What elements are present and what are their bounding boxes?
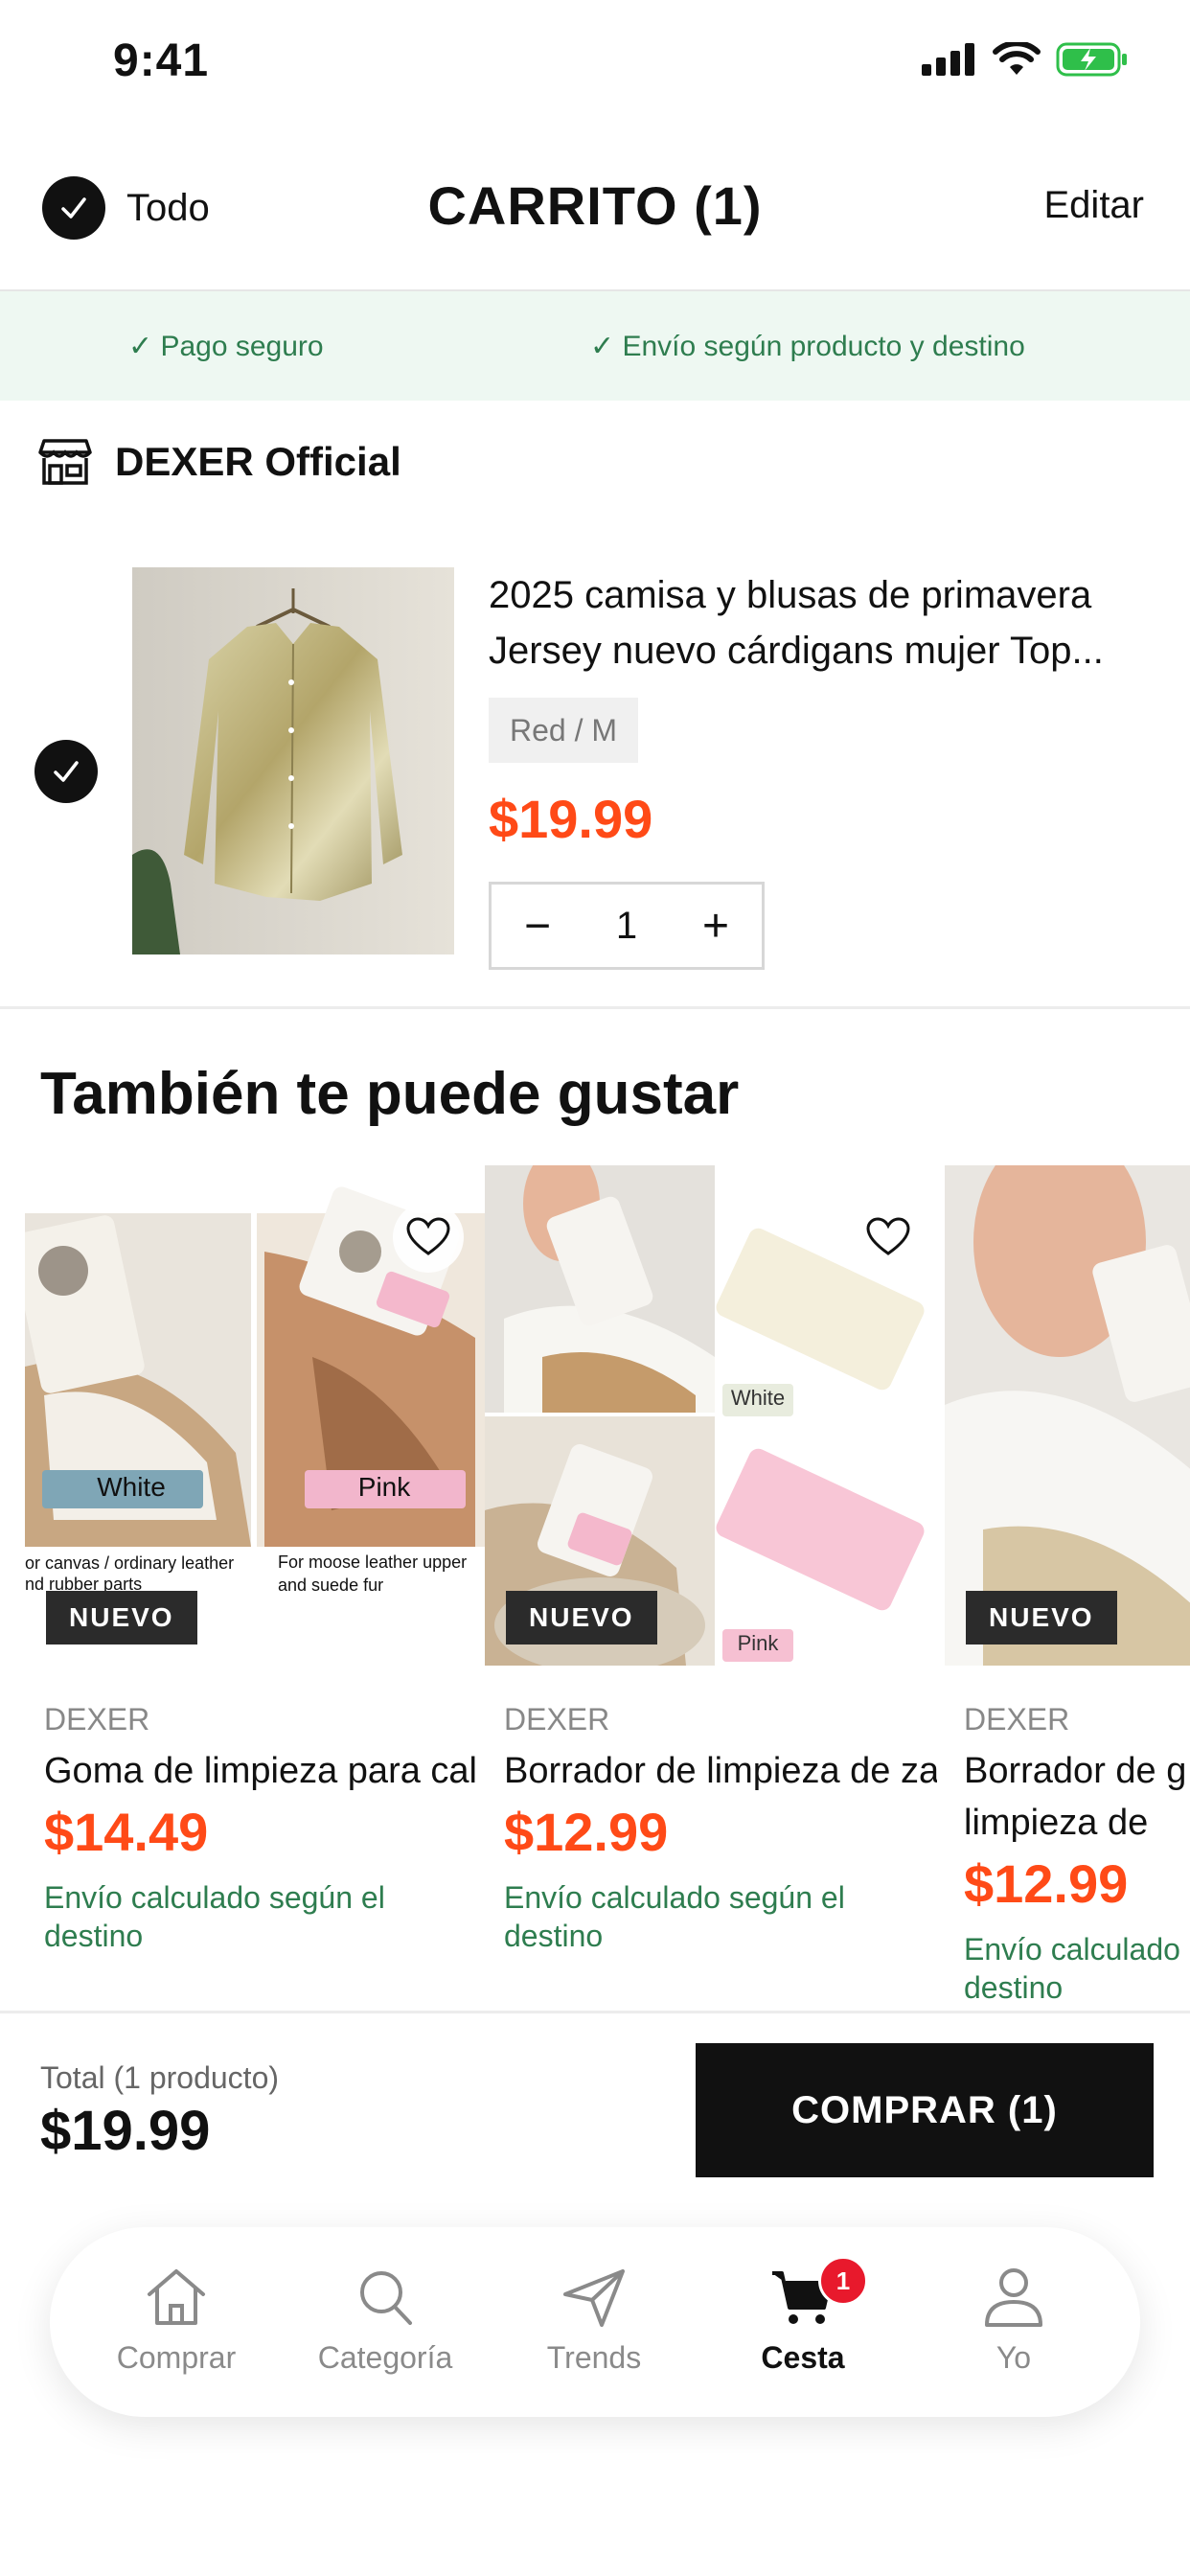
product-shipping: Envío calculado según el destino <box>504 1880 845 1953</box>
cart-count-badge: 1 <box>818 2256 868 2306</box>
variant-label-white: White <box>730 1386 786 1410</box>
total-label: Total (1 producto) <box>40 2060 280 2095</box>
product-image[interactable]: White Pink or canvas / ordinary leather … <box>25 1165 485 1666</box>
store-icon <box>38 439 92 485</box>
product-card[interactable]: White Pink or canvas / ordinary leather … <box>25 1165 485 1955</box>
battery-icon <box>1056 42 1127 77</box>
heart-icon[interactable] <box>853 1202 924 1273</box>
shipping-info-text: ✓ Envío según producto y destino <box>590 331 1025 362</box>
product-image[interactable]: White Pink NUEVO <box>485 1165 945 1666</box>
cart-item-variant[interactable]: Red / M <box>489 698 639 763</box>
store-header[interactable]: DEXER Official <box>38 437 401 487</box>
product-price: $14.49 <box>44 1802 209 1862</box>
new-badge: NUEVO <box>966 1591 1117 1644</box>
home-icon <box>148 2269 205 2325</box>
cart-item-price: $19.99 <box>489 789 653 849</box>
product-shipping: Envío calculado destino <box>964 1932 1180 2005</box>
secure-payment-text: ✓ Pago seguro <box>128 331 324 362</box>
tab-trends[interactable]: Trends <box>498 2264 690 2376</box>
total-value: $19.99 <box>40 2100 211 2162</box>
image-caption-left: or canvas / ordinary leather nd rubber p… <box>25 1553 235 1594</box>
quantity-stepper: − 1 + <box>489 882 765 970</box>
product-brand: DEXER <box>44 1702 150 1736</box>
new-badge: NUEVO <box>46 1591 197 1644</box>
tab-label: Cesta <box>761 2340 845 2375</box>
tab-yo[interactable]: Yo <box>918 2264 1110 2376</box>
assurance-banner: ✓ Pago seguro ✓ Envío según producto y d… <box>0 291 1190 401</box>
tab-label: Yo <box>995 2340 1032 2375</box>
send-icon <box>563 2269 625 2327</box>
variant-label-pink: Pink <box>737 1631 779 1655</box>
new-badge: NUEVO <box>506 1591 657 1644</box>
product-price: $12.99 <box>504 1802 669 1862</box>
recommendations-title: También te puede gustar <box>40 1061 740 1127</box>
tab-categoria[interactable]: Categoría <box>289 2264 481 2376</box>
decrease-quantity-button[interactable]: − <box>516 900 559 953</box>
image-caption-right: For moose leather upper and suede fur <box>278 1552 468 1595</box>
product-name[interactable]: Goma de limpieza para calzado de ante, p… <box>25 1745 477 1797</box>
signal-icon <box>922 43 974 76</box>
variant-label-pink: Pink <box>357 1472 411 1502</box>
status-icons <box>922 42 1129 77</box>
variant-label-white: White <box>97 1472 166 1502</box>
tab-label: Categoría <box>317 2340 453 2375</box>
product-name[interactable]: Borrador de g limpieza de ca <box>945 1745 1190 1849</box>
product-name[interactable]: Borrador de limpieza de zapatos, gamuza,… <box>485 1745 937 1797</box>
search-icon <box>360 2271 412 2325</box>
increase-quantity-button[interactable]: + <box>695 900 737 953</box>
heart-icon[interactable] <box>393 1202 464 1273</box>
wifi-icon <box>993 42 1041 75</box>
status-time: 9:41 <box>113 35 210 86</box>
tab-comprar[interactable]: Comprar <box>80 2264 272 2376</box>
edit-button[interactable]: Editar <box>1044 184 1145 227</box>
checkout-button[interactable]: COMPRAR (1) <box>696 2043 1154 2177</box>
item-select-check-icon[interactable] <box>34 740 98 803</box>
product-price: $12.99 <box>964 1853 1129 1914</box>
store-name: DEXER Official <box>115 439 401 484</box>
user-icon <box>985 2268 1042 2327</box>
product-card[interactable]: NUEVO DEXER Borrador de g limpieza de ca… <box>945 1165 1190 2007</box>
section-divider <box>0 1006 1190 1009</box>
cart-item-image[interactable] <box>132 567 454 954</box>
tab-label: Comprar <box>116 2340 237 2375</box>
tab-cesta[interactable]: 1 Cesta <box>707 2256 899 2376</box>
product-image[interactable]: NUEVO <box>945 1165 1190 1666</box>
tab-label: Trends <box>546 2340 642 2375</box>
product-brand: DEXER <box>964 1702 1070 1736</box>
cart-item-title[interactable]: 2025 camisa y blusas de primavera Jersey… <box>489 567 1159 678</box>
page-title: CARRITO (1) <box>427 175 763 236</box>
product-brand: DEXER <box>504 1702 610 1736</box>
product-shipping: Envío calculado según el destino <box>44 1880 385 1953</box>
quantity-value[interactable]: 1 <box>616 905 637 948</box>
product-card[interactable]: White Pink NUEVO DEXER Borrador de limpi… <box>485 1165 945 1955</box>
bottom-tab-bar: Comprar Categoría Trends 1 Cesta Yo <box>50 2227 1140 2417</box>
checkout-divider <box>0 2011 1190 2013</box>
